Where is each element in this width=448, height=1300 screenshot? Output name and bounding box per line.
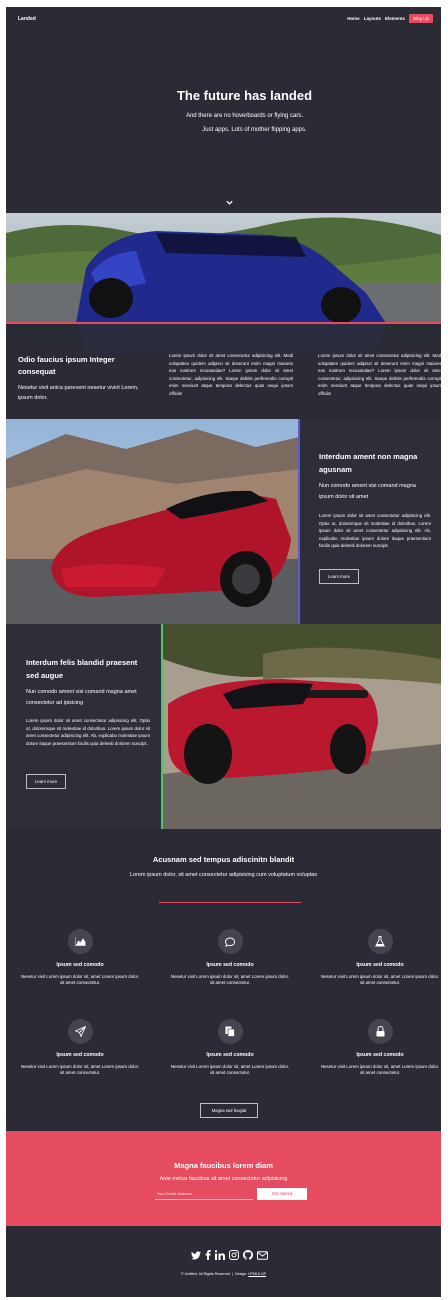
feature-title: Ipsum sed comodo — [356, 1052, 404, 1058]
get-started-button[interactable]: Get started — [257, 1188, 307, 1200]
accent-divider — [6, 322, 441, 324]
section-two-lead: Nun comodo ament visi comand magna ipsum… — [319, 483, 416, 500]
twitter-icon[interactable] — [191, 1250, 201, 1260]
feature-item: Ipsum sed comodo Nesetur vivit Lorem ips… — [320, 1019, 440, 1076]
section-three: Interdum felis blandid praesent sed augu… — [6, 624, 441, 829]
signup-cta-section: Magna faucibus lorem diam Ante metus fau… — [6, 1131, 441, 1226]
section-three-lead: Nun comodo ament visi comand magna amet … — [26, 689, 137, 706]
nav-link-home[interactable]: Home — [347, 16, 360, 21]
feature-text: Nesetur vivit Lorem ipsum dolor sit, ame… — [170, 974, 290, 986]
feature-item: Ipsum sed comodo Nesetur vivit Lorem ips… — [170, 1019, 290, 1076]
design-credit-link[interactable]: HTML5 UP — [248, 1272, 266, 1276]
area-chart-icon — [67, 929, 93, 954]
feature-item: Ipsum sed comodo Nesetur vivit Lorem ips… — [170, 929, 290, 986]
feature-text: Nesetur vivit Lorem ipsum dolor sit, ame… — [20, 1064, 140, 1076]
red-roadster-rear-image — [163, 624, 441, 829]
hero-title: The future has landed — [176, 88, 313, 103]
feature-title: Ipsum sed comodo — [206, 1052, 254, 1058]
section-three-panel: Interdum felis blandid praesent sed augu… — [6, 624, 161, 829]
section-one-column-1: Lorem ipsum dolor sit amet consectetur a… — [169, 353, 293, 396]
lock-icon — [367, 1019, 393, 1044]
page: Landed Home Layouts Elements Sing Up The… — [6, 7, 441, 1297]
feature-title: Ipsum sed comodo — [56, 1052, 104, 1058]
feature-title: Ipsum sed comodo — [356, 962, 404, 968]
car-banner-section: Odio faucius ipsum Integer consequat Nes… — [6, 213, 441, 413]
red-roadster-image — [6, 419, 299, 624]
feature-title: Ipsum sed comodo — [206, 962, 254, 968]
flask-icon — [367, 929, 393, 954]
section-two-panel: Interdum ament non magna agusnam Nun com… — [300, 419, 441, 624]
learn-more-button[interactable]: Learn more — [319, 569, 359, 584]
feature-title: Ipsum sed comodo — [56, 962, 104, 968]
section-three-title: Interdum felis blandid praesent sed augu… — [26, 658, 138, 680]
feature-text: Nesetur vivit Lorem ipsum dolor sit, ame… — [20, 974, 140, 986]
chat-bubble-icon — [217, 929, 243, 954]
paper-plane-icon — [67, 1019, 93, 1044]
top-nav: Landed Home Layouts Elements Sing Up — [6, 7, 441, 32]
linkedin-icon[interactable] — [215, 1250, 225, 1260]
feature-item: Ipsum sed comodo Nesetur vivit Lorem ips… — [320, 929, 440, 986]
section-three-body: Lorem ipsum dolor sit amet consectetur a… — [26, 718, 150, 746]
copyright: © Untitled. All Rights Reserved | Design… — [6, 1272, 441, 1276]
facebook-icon[interactable] — [205, 1250, 211, 1260]
section-two: Interdum ament non magna agusnam Nun com… — [6, 419, 441, 624]
feature-item: Ipsum sed comodo Nesetur vivit Lorem ips… — [20, 1019, 140, 1076]
signup-button[interactable]: Sing Up — [408, 14, 433, 23]
section-one-text: Nesetur vivit anica parevent nesetur viv… — [18, 385, 139, 401]
feature-text: Nesetur vivit Lorem ipsum dolor sit, ame… — [320, 1064, 440, 1076]
section-one-title: Odio faucius ipsum Integer consequat — [18, 355, 115, 376]
features-divider — [159, 902, 301, 903]
features-subtitle: Lorem ipsum dolor, sit amet consectetur … — [129, 872, 318, 878]
copy-icon — [217, 1019, 243, 1044]
features-title: Acusnam sed tempus adiscinitn blandit — [152, 855, 295, 864]
section-two-title: Interdum ament non magna agusnam — [319, 452, 418, 474]
instagram-icon[interactable] — [229, 1250, 239, 1260]
social-links — [191, 1250, 268, 1260]
features-button[interactable]: Magna sed feugiat — [200, 1103, 258, 1118]
section-one-column-2: Lorem ipsum dolor sit amet consectetur a… — [318, 353, 441, 396]
cta-title: Magna faucibus lorem diam — [174, 1161, 273, 1170]
email-icon[interactable] — [257, 1250, 268, 1260]
email-field[interactable] — [155, 1188, 253, 1200]
feature-text: Nesetur vivit Lorem ipsum dolor sit, ame… — [320, 974, 440, 986]
hero-subtitle-1: And there are no hoverboards or flying c… — [185, 113, 304, 119]
github-icon[interactable] — [243, 1250, 253, 1260]
design-label: Design: — [235, 1272, 248, 1276]
learn-more-button[interactable]: Learn more — [26, 774, 66, 789]
feature-item: Ipsum sed comodo Nesetur vivit Lorem ips… — [20, 929, 140, 986]
cta-subtitle: Ante metus faucibus sit amet consectetur… — [159, 1176, 288, 1182]
chevron-down-icon[interactable] — [225, 198, 234, 207]
section-two-body: Lorem ipsum dolor sit amet consectetur a… — [319, 513, 431, 549]
hero-subtitle-2: Just apps. Lots of mother flipping apps. — [202, 127, 307, 133]
nav-link-layouts[interactable]: Layouts — [364, 16, 381, 21]
feature-text: Nesetur vivit Lorem ipsum dolor sit, ame… — [170, 1064, 290, 1076]
nav-links: Home Layouts Elements Sing Up — [347, 14, 433, 23]
copyright-text: © Untitled. All Rights Reserved — [180, 1272, 231, 1276]
nav-link-elements[interactable]: Elements — [385, 16, 405, 21]
brand-logo[interactable]: Landed — [18, 16, 36, 22]
